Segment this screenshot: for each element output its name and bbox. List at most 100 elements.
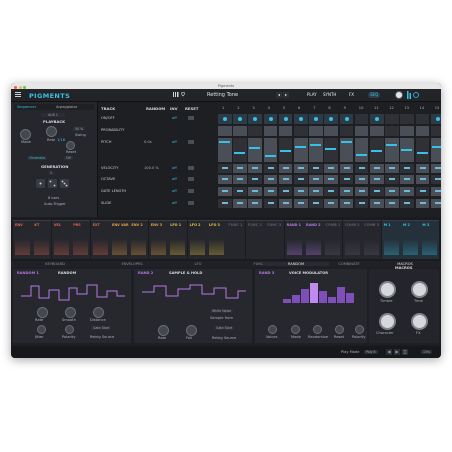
mode-knob[interactable] <box>20 129 31 140</box>
step-cell[interactable] <box>370 164 384 173</box>
mod-tab[interactable]: COMB 3 <box>362 220 382 259</box>
mod-tab[interactable]: ENV 2 <box>129 220 149 259</box>
mod-tab[interactable]: KT <box>32 220 52 259</box>
synth-tab[interactable]: SYNTH <box>321 92 338 98</box>
step-cell[interactable] <box>248 114 262 124</box>
step-cell[interactable] <box>385 126 399 136</box>
step-cell[interactable] <box>400 138 414 162</box>
category-envelopes[interactable]: ENVELOPES <box>99 262 165 266</box>
step-cell[interactable] <box>415 126 430 136</box>
step-cell[interactable] <box>415 164 430 173</box>
aux-selector[interactable]: AUX 1 <box>41 113 65 117</box>
step-cell[interactable] <box>339 199 354 208</box>
step-cell[interactable] <box>385 114 399 124</box>
row-random-value[interactable]: 0.0s <box>144 140 152 144</box>
mod-tab[interactable]: PRS <box>71 220 91 259</box>
macro-fx-knob[interactable] <box>411 313 428 330</box>
row-inv-toggle[interactable]: off <box>172 189 177 193</box>
step-cell[interactable] <box>248 175 262 184</box>
category-lfo[interactable]: LFO <box>165 262 231 266</box>
step-cell[interactable] <box>218 175 232 184</box>
step-cell[interactable] <box>400 114 414 124</box>
step-cell[interactable] <box>309 126 323 136</box>
step-cell[interactable] <box>233 199 247 208</box>
mod-tab[interactable]: VEL <box>51 220 71 259</box>
row-inv-toggle[interactable]: off <box>172 177 177 181</box>
arpeggiator-mode-tab[interactable]: Arpeggiator <box>56 105 77 109</box>
step-cell[interactable] <box>294 175 308 184</box>
fx-tab[interactable]: FX <box>347 92 356 98</box>
row-inv-toggle[interactable]: off <box>172 201 177 205</box>
step-cell[interactable] <box>248 187 262 196</box>
step-cell[interactable] <box>278 138 293 162</box>
vm-voice-bar[interactable] <box>292 295 300 303</box>
step-cell[interactable] <box>309 164 323 173</box>
row-reset-button[interactable] <box>188 116 194 120</box>
play-mode-value[interactable]: Poly 8 <box>364 350 378 354</box>
step-cell[interactable] <box>294 164 308 173</box>
vm-mode-knob[interactable] <box>291 325 300 334</box>
step-cell[interactable] <box>370 126 384 136</box>
step-cell[interactable] <box>248 199 262 208</box>
master-volume-knob[interactable] <box>395 91 403 99</box>
seq-tab[interactable]: SEQ <box>368 92 381 98</box>
hamburger-menu-icon[interactable] <box>15 92 21 98</box>
step-cell[interactable] <box>400 187 414 196</box>
step-cell[interactable] <box>385 199 399 208</box>
step-cell[interactable] <box>233 164 247 173</box>
step-cell[interactable] <box>415 199 430 208</box>
step-cell[interactable] <box>309 187 323 196</box>
step-cell[interactable] <box>218 138 232 162</box>
vm-polarity-knob[interactable] <box>355 325 364 334</box>
step-cell[interactable] <box>233 138 247 162</box>
step-cell[interactable] <box>370 187 384 196</box>
vm-voice-bar[interactable] <box>346 293 354 303</box>
step-cell[interactable] <box>233 187 247 196</box>
mod-tab[interactable]: FUNC 2 <box>245 220 265 259</box>
step-cell[interactable] <box>324 164 338 173</box>
step-cell[interactable] <box>248 138 262 162</box>
step-cell[interactable] <box>370 138 384 162</box>
step-cell[interactable] <box>339 187 354 196</box>
step-cell[interactable] <box>248 126 262 136</box>
step-cell[interactable] <box>263 199 278 208</box>
vm-randomize-knob[interactable] <box>313 325 322 334</box>
mod-tab[interactable]: M 1 <box>381 220 401 259</box>
step-cell[interactable] <box>415 175 430 184</box>
random-1-tab[interactable]: RANDOM 1 <box>17 271 39 275</box>
step-cell[interactable] <box>248 164 262 173</box>
rate-knob[interactable] <box>46 126 57 137</box>
random-rate-knob[interactable] <box>37 307 48 318</box>
step-cell[interactable] <box>309 114 323 124</box>
step-cell[interactable] <box>324 126 338 136</box>
step-cell[interactable] <box>233 175 247 184</box>
macro-character-knob[interactable] <box>379 313 396 330</box>
random-2-tab[interactable]: RAND 2 <box>138 271 153 275</box>
row-reset-button[interactable] <box>188 166 194 170</box>
step-cell[interactable] <box>339 138 354 162</box>
step-cell[interactable] <box>294 126 308 136</box>
step-cell[interactable] <box>370 175 384 184</box>
step-cell[interactable] <box>415 187 430 196</box>
sh-rate-knob[interactable] <box>158 325 169 336</box>
vm-voice-bar[interactable] <box>337 287 345 303</box>
preset-prev-button[interactable]: ◂ <box>276 92 283 98</box>
mod-tab[interactable]: FUNC 3 <box>265 220 285 259</box>
step-cell[interactable] <box>218 164 232 173</box>
sequencer-mode-tab[interactable]: Sequencer <box>17 105 36 109</box>
mod-tab[interactable]: FUNC 1 <box>226 220 246 259</box>
mod-tab[interactable]: COMB 2 <box>342 220 362 259</box>
step-cell[interactable] <box>263 138 278 162</box>
step-cell[interactable] <box>324 187 338 196</box>
category-combinate[interactable]: COMBINATE <box>329 262 369 266</box>
step-cell[interactable] <box>430 187 441 196</box>
step-cell[interactable] <box>278 164 293 173</box>
row-inv-toggle[interactable]: off <box>172 166 177 170</box>
category-keyboard[interactable]: KEYBOARD <box>11 262 99 266</box>
row-inv-toggle[interactable]: off <box>172 116 177 120</box>
step-cell[interactable] <box>294 187 308 196</box>
vm-voice-bar[interactable] <box>310 283 318 303</box>
step-cell[interactable] <box>354 114 369 124</box>
preset-next-button[interactable]: ▸ <box>283 92 290 98</box>
library-icon[interactable] <box>173 92 187 98</box>
